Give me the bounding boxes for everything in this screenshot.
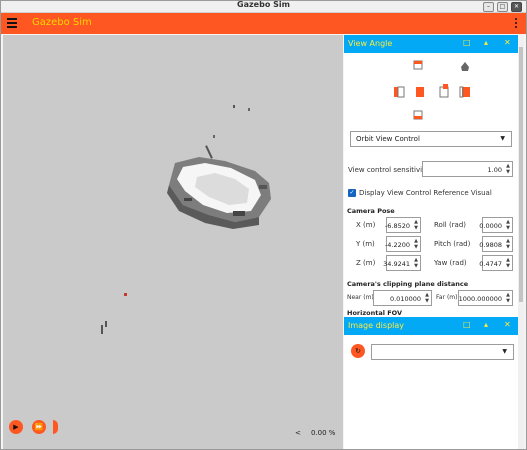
view-angle-buttons	[394, 60, 470, 120]
spin-arrows-icon[interactable]: ▲ ▼	[506, 163, 510, 175]
spin-arrows-icon[interactable]: ▲ ▼	[506, 292, 510, 304]
scene-model	[167, 145, 271, 229]
near-value: 0.010000	[389, 295, 421, 303]
real-time-factor: 0.00 %	[311, 429, 336, 437]
roll-value: 0.0000	[479, 222, 502, 230]
yaw-label: Yaw (rad)	[434, 259, 467, 267]
spin-arrows-icon[interactable]: ▲ ▼	[506, 257, 510, 269]
menu-icon[interactable]	[7, 18, 17, 28]
app-toolbar: Gazebo Sim	[1, 13, 526, 34]
step-button[interactable]: ⏩	[32, 420, 46, 434]
panel-scrollbar[interactable]	[518, 35, 524, 449]
view-control-selected-value: Orbit View Control	[356, 135, 420, 143]
view-right-icon[interactable]	[459, 86, 470, 98]
spin-arrows-icon[interactable]: ▲ ▼	[414, 257, 418, 269]
yaw-input[interactable]: 0.4747 ▲ ▼	[479, 255, 513, 271]
camera-pose-heading: Camera Pose	[347, 207, 395, 215]
z-value: 34.9241	[383, 260, 410, 268]
far-input[interactable]: 1000.000000 ▲ ▼	[458, 290, 513, 306]
view-home-icon[interactable]	[461, 62, 469, 71]
fov-heading: Horizontal FOV	[347, 309, 403, 317]
spin-arrows-icon[interactable]: ▲ ▼	[414, 238, 418, 250]
scrollbar-thumb[interactable]	[519, 47, 523, 302]
view-back-icon[interactable]	[439, 84, 449, 98]
scene-3d-viewport[interactable]: ▶ ⏩ < 0.00 %	[3, 35, 343, 449]
close-panel-icon[interactable]: ✕	[504, 38, 511, 47]
chevron-down-icon: ▼	[502, 348, 507, 355]
y-label: Y (m)	[356, 240, 375, 248]
y-value: -4.2200	[384, 241, 410, 249]
minimize-button[interactable]: –	[483, 2, 494, 12]
undock-icon[interactable]: □	[463, 38, 471, 47]
y-input[interactable]: -4.2200 ▲ ▼	[384, 236, 421, 252]
view-left-icon[interactable]	[394, 86, 405, 98]
scene-render	[101, 105, 271, 334]
sensitivity-value: 1.00	[487, 166, 502, 174]
x-input[interactable]: -6.8520 ▲ ▼	[384, 217, 421, 233]
sensitivity-label: View control sensitivity	[348, 166, 429, 174]
view-bottom-icon[interactable]	[413, 110, 423, 120]
close-button[interactable]: ✕	[511, 2, 522, 12]
view-top-icon[interactable]	[413, 60, 423, 70]
roll-label: Roll (rad)	[434, 221, 467, 229]
app-window: Gazebo Sim – □ ✕ Gazebo Sim ▶ ⏩ < 0.00 %…	[0, 0, 527, 450]
z-label: Z (m)	[356, 259, 376, 267]
right-panel: View Angle □ ▴ ✕ Orbit View Control ▼ Vi…	[344, 35, 518, 449]
image-display-title: Image display	[348, 321, 405, 330]
more-options-icon[interactable]	[515, 18, 518, 30]
near-input[interactable]: 0.010000 ▲ ▼	[373, 290, 432, 306]
pitch-input[interactable]: 0.9808 ▲ ▼	[479, 236, 513, 252]
sensitivity-input[interactable]: 1.00 ▲ ▼	[422, 161, 513, 177]
x-value: -6.8520	[384, 222, 410, 230]
image-display-header: Image display □ ▴ ✕	[344, 317, 518, 335]
app-title: Gazebo Sim	[32, 17, 92, 28]
view-angle-header: View Angle □ ▴ ✕	[344, 35, 518, 53]
close-panel-icon[interactable]: ✕	[504, 320, 511, 329]
yaw-value: 0.4747	[479, 260, 502, 268]
roll-input[interactable]: 0.0000 ▲ ▼	[479, 217, 513, 233]
spin-arrows-icon[interactable]: ▲ ▼	[506, 219, 510, 231]
near-label: Near (m)	[347, 294, 374, 301]
chevron-down-icon: ▼	[500, 135, 505, 142]
view-front-icon[interactable]	[416, 87, 424, 97]
collapse-icon[interactable]: ▴	[484, 320, 488, 329]
clipping-heading: Camera's clipping plane distance	[347, 280, 469, 288]
image-topic-select[interactable]: ▼	[371, 344, 514, 360]
pitch-label: Pitch (rad)	[434, 240, 471, 248]
maximize-button[interactable]: □	[497, 2, 508, 12]
window-titlebar[interactable]: Gazebo Sim – □ ✕	[1, 0, 526, 13]
window-title: Gazebo Sim	[237, 0, 290, 9]
view-control-select[interactable]: Orbit View Control ▼	[350, 131, 512, 147]
reference-visual-checkbox[interactable]: ✓	[348, 189, 356, 197]
far-value: 1000.000000	[458, 295, 502, 303]
spin-arrows-icon[interactable]: ▲ ▼	[425, 292, 429, 304]
pitch-value: 0.9808	[479, 241, 502, 249]
play-button[interactable]: ▶	[9, 420, 23, 434]
spin-arrows-icon[interactable]: ▲ ▼	[414, 219, 418, 231]
rtf-prev-button[interactable]: <	[295, 429, 301, 437]
z-input[interactable]: 34.9241 ▲ ▼	[383, 255, 421, 271]
collapse-icon[interactable]: ▴	[484, 38, 488, 47]
view-angle-title: View Angle	[348, 39, 393, 48]
refresh-button[interactable]: ↻	[351, 344, 365, 358]
far-label: Far (m)	[436, 294, 458, 301]
spin-arrows-icon[interactable]: ▲ ▼	[506, 238, 510, 250]
undock-icon[interactable]: □	[463, 320, 471, 329]
reference-visual-label: Display View Control Reference Visual	[359, 189, 492, 197]
x-label: X (m)	[356, 221, 376, 229]
